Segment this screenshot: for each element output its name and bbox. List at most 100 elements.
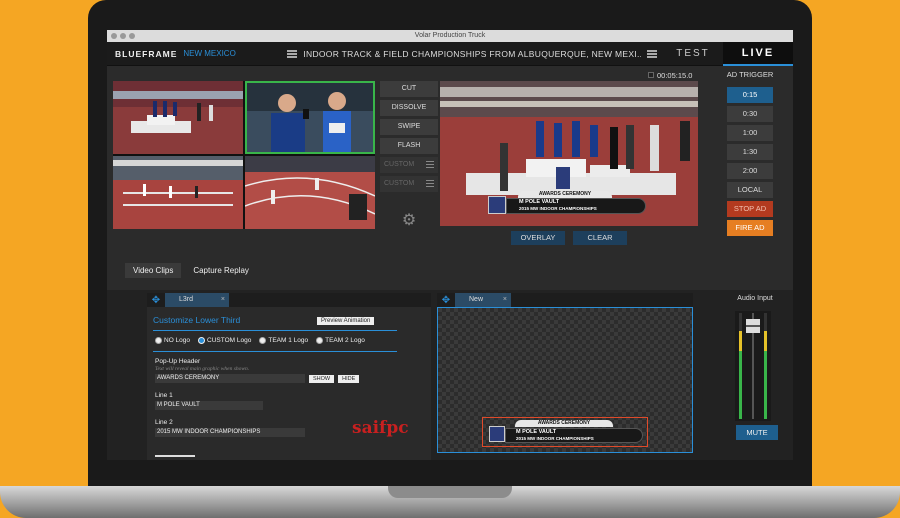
laptop-notch	[388, 486, 512, 498]
transition-buttons: CUT DISSOLVE SWIPE FLASH CUSTOM CUSTOM	[380, 81, 438, 192]
tab-l3rd-label: L3rd	[179, 296, 194, 303]
logo-option-label: TEAM 2 Logo	[325, 337, 365, 344]
stop-ad-button[interactable]: STOP AD	[727, 201, 773, 217]
event-menu-icon[interactable]	[647, 49, 657, 58]
camera-1-preview[interactable]	[113, 81, 243, 154]
divider	[153, 351, 397, 352]
brand-logo: BLUEFRAME	[115, 48, 178, 59]
lower-third-header: AWARDS CEREMONY	[515, 420, 613, 427]
popup-header-note: Text will reveal main graphic when shown…	[155, 366, 250, 372]
logo-option-none[interactable]: NO Logo	[155, 337, 190, 344]
custom-transition-2[interactable]: CUSTOM	[380, 176, 438, 192]
flash-button[interactable]: FLASH	[380, 138, 438, 154]
app-header: BLUEFRAME NEW MEXICO INDOOR TRACK & FIEL…	[107, 41, 793, 66]
popup-header-input[interactable]: AWARDS CEREMONY	[155, 374, 305, 383]
show-button[interactable]: SHOW	[309, 374, 335, 383]
event-title: INDOOR TRACK & FIELD CHAMPIONSHIPS FROM …	[303, 48, 641, 59]
radio-icon[interactable]	[259, 337, 267, 344]
video-clips-button[interactable]: Video Clips	[125, 263, 182, 278]
preview-animation-button[interactable]: Preview Animation	[317, 317, 375, 325]
logo-option-team1[interactable]: TEAM 1 Logo	[259, 337, 308, 344]
overlay-controls: OVERLAY CLEAR	[511, 231, 627, 245]
lower-third-line1: M POLE VAULT	[519, 199, 560, 205]
dissolve-button[interactable]: DISSOLVE	[380, 100, 438, 116]
live-button[interactable]: LIVE	[723, 41, 793, 66]
camera-2-preview[interactable]	[245, 81, 375, 154]
camera-3-preview[interactable]	[113, 156, 243, 229]
test-button[interactable]: TEST	[663, 48, 723, 59]
window-title: Volar Production Truck	[414, 32, 486, 39]
mute-button[interactable]: MUTE	[736, 425, 778, 440]
divider	[153, 330, 397, 331]
lower-third-logo	[489, 426, 505, 442]
line1-input[interactable]: M POLE VAULT	[155, 401, 263, 410]
watermark: saifpc	[352, 418, 409, 438]
logo-option-label: TEAM 1 Logo	[268, 337, 309, 344]
overlay-button[interactable]: OVERLAY	[511, 231, 565, 245]
ad-trigger-panel: AD TRIGGER 0:15 0:30 1:00 1:30 2:00 LOCA…	[725, 70, 775, 239]
lower-third-line1: M POLE VAULT	[516, 429, 557, 435]
ad-duration-0-30[interactable]: 0:30	[727, 106, 773, 122]
ad-duration-1-30[interactable]: 1:30	[727, 144, 773, 160]
tab-new[interactable]: New ×	[455, 293, 511, 307]
capture-replay-button[interactable]: Capture Replay	[191, 263, 251, 278]
logo-option-team2[interactable]: TEAM 2 Logo	[316, 337, 365, 344]
popup-header-row: AWARDS CEREMONY SHOW HIDE	[155, 374, 431, 383]
tab-l3rd[interactable]: L3rd ×	[165, 293, 229, 307]
lower-third-main: M POLE VAULT 2015 MW INDOOR CHAMPIONSHIP…	[506, 198, 646, 214]
record-indicator-icon	[648, 72, 654, 78]
cut-button[interactable]: CUT	[380, 81, 438, 97]
ad-duration-1-00[interactable]: 1:00	[727, 125, 773, 141]
lower-third-main: M POLE VAULT 2015 MW INDOOR CHAMPIONSHIP…	[505, 428, 643, 443]
clear-button[interactable]: CLEAR	[573, 231, 627, 245]
radio-selected-icon[interactable]	[198, 337, 206, 344]
ad-duration-2-00[interactable]: 2:00	[727, 163, 773, 179]
graphics-area: ✥ L3rd × Customize Lower Third Preview An…	[107, 290, 793, 460]
tab-new-label: New	[469, 296, 484, 303]
fire-ad-button[interactable]: FIRE AD	[727, 220, 773, 236]
program-timer: 00:05:15.0	[657, 71, 693, 80]
camera-4-preview[interactable]	[245, 156, 375, 229]
gear-icon[interactable]: ⚙	[401, 213, 417, 229]
audio-meter	[735, 311, 771, 421]
logo-option-label: NO Logo	[164, 337, 191, 344]
custom-menu-icon[interactable]	[426, 180, 434, 187]
logo-option-label: CUSTOM Logo	[207, 337, 252, 344]
menu-icon[interactable]	[287, 49, 298, 58]
editor-title: Customize Lower Third	[153, 315, 241, 325]
line1-row: M POLE VAULT	[155, 401, 431, 410]
region-label[interactable]: NEW MEXICO	[183, 49, 243, 58]
close-icon[interactable]: ×	[503, 293, 507, 307]
scroll-indicator[interactable]	[155, 455, 195, 457]
lower-third-selection[interactable]: AWARDS CEREMONY M POLE VAULT 2015 MW IND…	[482, 417, 648, 447]
radio-icon[interactable]	[155, 337, 162, 344]
switcher-area: Video Clips Capture Replay CUT DISSOLVE …	[107, 66, 793, 280]
lower-third-line2: 2015 MW INDOOR CHAMPIONSHIPS	[516, 436, 594, 441]
custom-menu-icon[interactable]	[426, 161, 434, 168]
window-controls[interactable]	[111, 33, 135, 39]
custom-transition-2-label: CUSTOM	[384, 180, 415, 187]
lower-third-header: AWARDS CEREMONY	[518, 191, 612, 198]
line2-input[interactable]: 2015 MW INDOOR CHAMPIONSHIPS	[155, 428, 305, 437]
source-buttons: Video Clips Capture Replay	[125, 263, 251, 278]
swipe-button[interactable]: SWIPE	[380, 119, 438, 135]
audio-input-title: Audio Input	[737, 295, 773, 302]
multiview	[113, 81, 375, 229]
logo-option-custom[interactable]: CUSTOM Logo	[198, 337, 251, 344]
radio-icon[interactable]	[316, 337, 324, 344]
logo-options: NO Logo CUSTOM Logo TEAM 1 Logo TEAM 2 L…	[155, 337, 431, 344]
ad-trigger-title: AD TRIGGER	[726, 70, 774, 79]
lower-third-logo	[488, 196, 506, 214]
app-window: Volar Production Truck BLUEFRAME NEW MEX…	[107, 30, 793, 460]
close-icon[interactable]: ×	[221, 293, 225, 307]
line1-label: Line 1	[155, 392, 173, 399]
add-tab-icon[interactable]: ✥	[437, 295, 455, 306]
lower-third-line2: 2015 MW INDOOR CHAMPIONSHIPS	[519, 206, 597, 211]
ad-local-button[interactable]: LOCAL	[727, 182, 773, 198]
add-tab-icon[interactable]: ✥	[147, 295, 165, 306]
audio-input-panel: Audio Input MUTE	[725, 293, 785, 458]
transparent-canvas[interactable]: AWARDS CEREMONY M POLE VAULT 2015 MW IND…	[437, 307, 693, 453]
custom-transition-1[interactable]: CUSTOM	[380, 157, 438, 173]
hide-button[interactable]: HIDE	[338, 374, 360, 383]
ad-duration-0-15[interactable]: 0:15	[727, 87, 773, 103]
